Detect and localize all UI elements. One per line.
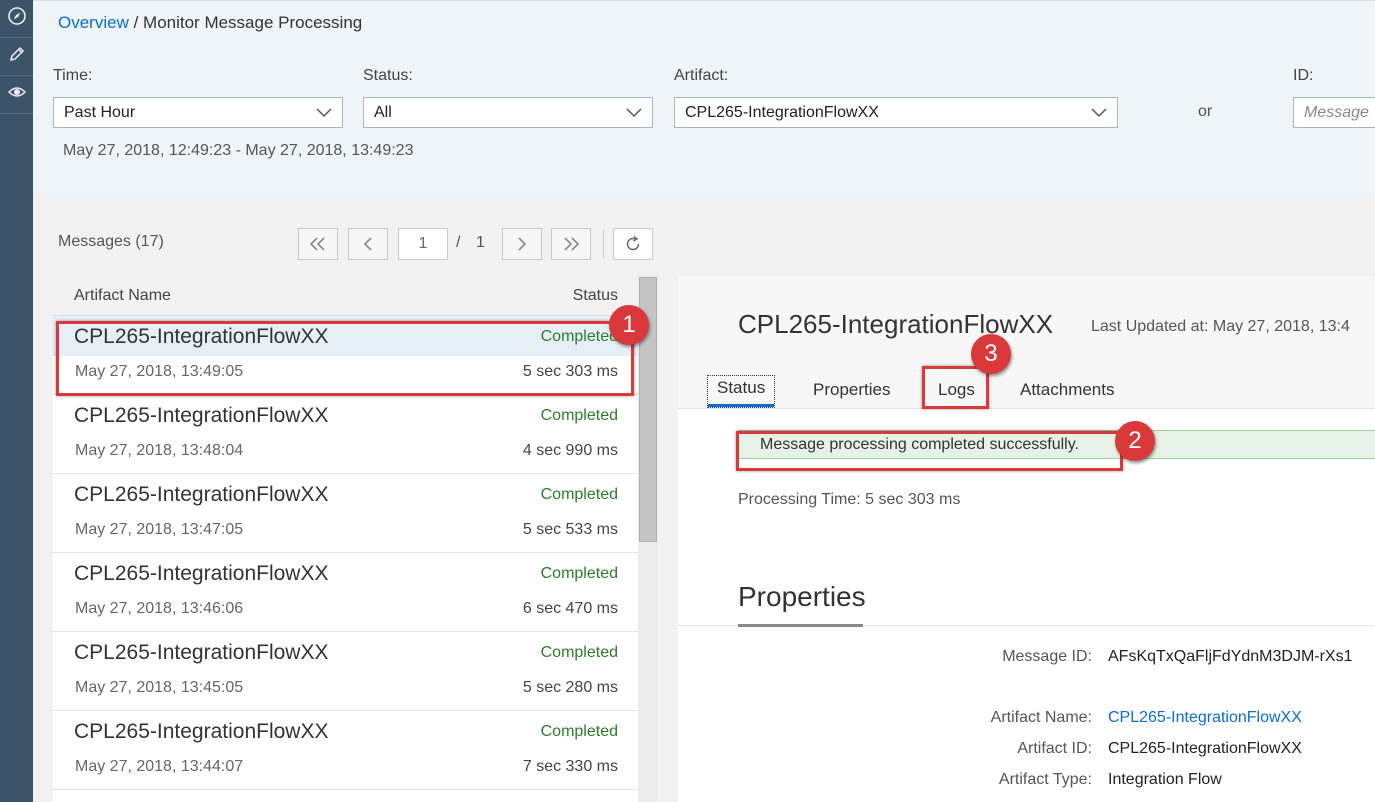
row-artifact-name: CPL265-IntegrationFlowXX (74, 641, 329, 664)
next-page-button[interactable] (502, 228, 542, 260)
artifact-filter-select[interactable]: CPL265-IntegrationFlowXX (674, 97, 1118, 128)
row-duration: 5 sec 280 ms (522, 679, 618, 696)
refresh-button[interactable] (613, 228, 653, 260)
double-chevron-left-icon (309, 237, 325, 251)
chevron-down-icon (626, 108, 642, 118)
filter-bar: Overview / Monitor Message Processing Ti… (33, 0, 1375, 196)
row-artifact-name: CPL265-IntegrationFlowXX (74, 562, 329, 585)
status-filter-select[interactable]: All (363, 97, 653, 128)
list-item[interactable]: CPL265-IntegrationFlowXX Completed May 2… (53, 632, 638, 711)
message-detail-pane: CPL265-IntegrationFlowXX Last Updated at… (678, 276, 1375, 802)
callout-badge-3: 3 (971, 334, 1011, 374)
breadcrumb-current: Monitor Message Processing (143, 13, 363, 32)
time-filter-select[interactable]: Past Hour (53, 97, 343, 128)
artifact-type-value: Integration Flow (1108, 771, 1222, 788)
message-id-input[interactable]: Message (1293, 97, 1375, 128)
list-item[interactable]: CPL265-IntegrationFlowXX Completed May 2… (53, 553, 638, 632)
last-page-button[interactable] (551, 228, 591, 260)
page-number-input[interactable]: 1 (398, 228, 448, 260)
refresh-icon (626, 235, 640, 251)
callout-highlight-logs-tab (922, 366, 989, 409)
side-navigation-rail (0, 0, 33, 802)
tab-attachments[interactable]: Attachments (1020, 380, 1115, 400)
eye-icon (7, 82, 27, 107)
breadcrumb-separator: / (128, 13, 144, 32)
breadcrumb-overview-link[interactable]: Overview (58, 13, 129, 32)
status-filter-value: All (374, 103, 392, 121)
row-timestamp: May 27, 2018, 13:44:07 (75, 758, 244, 775)
row-status: Completed (540, 486, 618, 503)
time-range-text: May 27, 2018, 12:49:23 - May 27, 2018, 1… (63, 142, 414, 159)
row-duration: 7 sec 330 ms (522, 758, 618, 775)
row-timestamp: May 27, 2018, 13:46:06 (75, 600, 244, 617)
message-id-value: AFsKqTxQaFljFdYdnM3DJM-rXs1 (1108, 648, 1353, 665)
rail-monitor[interactable] (0, 76, 33, 114)
last-updated-text: Last Updated at: May 27, 2018, 13:4 (1091, 318, 1350, 335)
row-duration: 6 sec 470 ms (522, 600, 618, 617)
artifact-filter-value: CPL265-IntegrationFlowXX (685, 103, 879, 121)
artifact-name-label: Artifact Name: (990, 709, 1092, 726)
rail-discover[interactable] (0, 0, 33, 38)
artifact-filter-label: Artifact: (674, 67, 729, 84)
chevron-left-icon (363, 237, 372, 251)
tab-status[interactable]: Status (706, 375, 776, 408)
pencil-icon (7, 44, 27, 69)
double-chevron-right-icon (564, 237, 580, 251)
message-id-label: Message ID: (1002, 648, 1092, 665)
properties-heading: Properties (738, 581, 866, 612)
artifact-name-link[interactable]: CPL265-IntegrationFlowXX (1108, 709, 1302, 727)
time-filter-label: Time: (53, 67, 93, 84)
callout-highlight-selected-row (56, 321, 634, 396)
chevron-down-icon (316, 108, 332, 118)
processing-time: Processing Time: 5 sec 303 ms (738, 491, 961, 508)
callout-badge-1: 1 (609, 305, 649, 345)
list-item[interactable]: CPL265-IntegrationFlowXX Completed May 2… (53, 395, 638, 474)
detail-header: CPL265-IntegrationFlowXX Last Updated at… (678, 276, 1375, 409)
artifact-id-value: CPL265-IntegrationFlowXX (1108, 740, 1302, 757)
row-artifact-name: CPL265-IntegrationFlowXX (74, 720, 329, 743)
or-separator: or (1198, 103, 1213, 120)
page-total: 1 (476, 234, 485, 251)
breadcrumb: Overview / Monitor Message Processing (58, 13, 362, 33)
list-scrollbar[interactable] (638, 276, 658, 802)
row-artifact-name: CPL265-IntegrationFlowXX (74, 483, 329, 506)
row-duration: 4 sec 990 ms (522, 442, 618, 459)
chevron-down-icon (1091, 108, 1107, 118)
properties-heading-underline (738, 624, 863, 627)
id-filter-label: ID: (1293, 67, 1314, 84)
column-status: Status (572, 287, 618, 304)
tab-properties[interactable]: Properties (813, 380, 890, 400)
previous-page-button[interactable] (348, 228, 388, 260)
callout-highlight-success-message (736, 431, 1123, 471)
row-timestamp: May 27, 2018, 13:47:05 (75, 521, 244, 538)
first-page-button[interactable] (298, 228, 338, 260)
pager-divider (603, 230, 604, 258)
row-timestamp: May 27, 2018, 13:48:04 (75, 442, 244, 459)
row-status: Completed (540, 565, 618, 582)
detail-title: CPL265-IntegrationFlowXX (738, 309, 1054, 339)
list-item[interactable]: CPL265-IntegrationFlowXX Completed May 2… (53, 474, 638, 553)
callout-badge-2: 2 (1115, 421, 1155, 461)
artifact-type-label: Artifact Type: (998, 771, 1092, 788)
row-status: Completed (540, 723, 618, 740)
status-filter-label: Status: (363, 67, 413, 84)
row-status: Completed (540, 407, 618, 424)
compass-icon (7, 6, 27, 31)
list-item[interactable]: CPL265-IntegrationFlowXX Completed May 2… (53, 711, 638, 790)
row-duration: 5 sec 533 ms (522, 521, 618, 538)
row-artifact-name: CPL265-IntegrationFlowXX (74, 404, 329, 427)
artifact-id-label: Artifact ID: (1017, 740, 1092, 757)
page-separator: / (456, 234, 461, 251)
row-status: Completed (540, 644, 618, 661)
row-timestamp: May 27, 2018, 13:45:05 (75, 679, 244, 696)
messages-count: Messages (17) (58, 233, 164, 250)
chevron-right-icon (518, 237, 527, 251)
time-filter-value: Past Hour (64, 103, 136, 121)
column-artifact-name: Artifact Name (74, 287, 171, 304)
list-header: Artifact Name Status (53, 276, 638, 316)
rail-design[interactable] (0, 38, 33, 76)
